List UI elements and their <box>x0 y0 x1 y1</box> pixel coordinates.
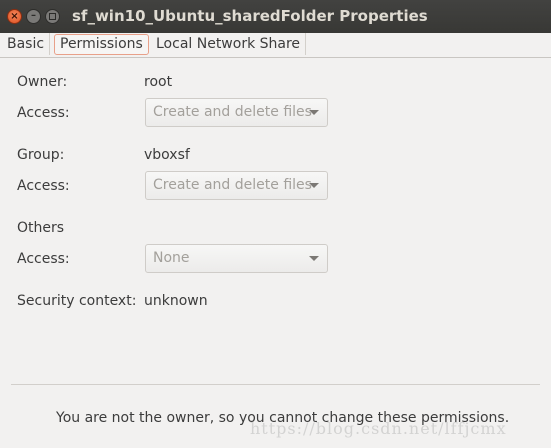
security-context-label: Security context: <box>17 293 137 309</box>
owner-value: root <box>144 74 173 90</box>
owner-access-value: Create and delete files <box>153 104 312 120</box>
security-context-value: unknown <box>144 293 208 309</box>
window-title: sf_win10_Ubuntu_sharedFolder Properties <box>72 7 428 25</box>
maximize-icon[interactable] <box>45 9 60 24</box>
minimize-icon[interactable]: – <box>26 9 41 24</box>
group-label: Group: <box>17 147 65 163</box>
dropdown-arrow-icon <box>309 256 319 261</box>
tab-local-network-share[interactable]: Local Network Share <box>151 33 307 55</box>
group-access-label: Access: <box>17 178 70 194</box>
owner-access-dropdown[interactable]: Create and delete files <box>145 98 328 127</box>
group-access-dropdown[interactable]: Create and delete files <box>145 171 328 200</box>
close-icon[interactable]: × <box>7 9 22 24</box>
watermark: https://blog.csdn.net/lffjcmx <box>250 419 507 438</box>
separator <box>11 384 540 385</box>
others-access-value: None <box>153 250 190 266</box>
others-access-label: Access: <box>17 251 70 267</box>
group-value: vboxsf <box>144 147 190 163</box>
others-label: Others <box>17 220 65 236</box>
group-access-value: Create and delete files <box>153 177 312 193</box>
tab-bar: Basic Permissions Local Network Share <box>0 33 551 58</box>
dropdown-arrow-icon <box>309 110 319 115</box>
dropdown-arrow-icon <box>309 183 319 188</box>
others-access-dropdown[interactable]: None <box>145 244 328 273</box>
window-titlebar: × – sf_win10_Ubuntu_sharedFolder Propert… <box>0 0 551 33</box>
tab-permissions[interactable]: Permissions <box>54 34 149 55</box>
owner-access-label: Access: <box>17 105 70 121</box>
tab-basic[interactable]: Basic <box>2 33 51 55</box>
owner-label: Owner: <box>17 74 68 90</box>
